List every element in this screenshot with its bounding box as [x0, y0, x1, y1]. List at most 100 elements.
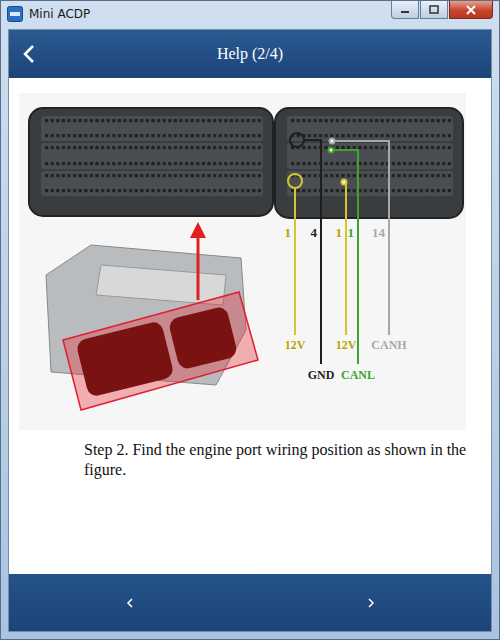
pin-hole — [369, 119, 372, 122]
app-icon — [7, 6, 23, 22]
pin-hole — [157, 162, 160, 165]
pin-hole — [420, 189, 423, 192]
minimize-button[interactable] — [391, 1, 419, 19]
pin-hole — [247, 119, 250, 122]
pin-hole — [95, 134, 98, 137]
pin-hole — [330, 119, 333, 122]
ecu-unit — [46, 245, 258, 410]
next-button[interactable] — [351, 583, 391, 623]
pin-hole — [364, 119, 367, 122]
ecu-label-plate — [96, 265, 226, 305]
pin-hole — [297, 119, 300, 122]
pin-hole — [213, 162, 216, 165]
pin-hole — [397, 174, 400, 177]
pin-hole — [67, 119, 70, 122]
pin-hole — [425, 119, 428, 122]
pin-hole — [84, 146, 87, 149]
pin-hole — [207, 119, 210, 122]
pin-hole — [67, 162, 70, 165]
pin-hole — [224, 134, 227, 137]
pin-hole — [135, 162, 138, 165]
pin-hole — [118, 146, 121, 149]
pin-hole — [219, 174, 222, 177]
pin-hole — [425, 174, 428, 177]
pin-marker — [329, 148, 334, 153]
minimize-icon — [400, 6, 410, 14]
pin-hole — [90, 174, 93, 177]
pin-hole — [207, 162, 210, 165]
footer-bar — [9, 574, 491, 631]
pin-hole — [95, 174, 98, 177]
pin-hole — [241, 174, 244, 177]
pin-hole — [431, 134, 434, 137]
pin-hole — [369, 162, 372, 165]
pin-hole — [140, 162, 143, 165]
pin-hole — [140, 174, 143, 177]
prev-button[interactable] — [110, 583, 150, 623]
pin-hole — [448, 162, 451, 165]
pin-hole — [168, 162, 171, 165]
pin-hole — [146, 134, 149, 137]
pin-hole — [90, 162, 93, 165]
back-button[interactable] — [9, 30, 49, 78]
pin-hole — [403, 162, 406, 165]
pin-hole — [375, 162, 378, 165]
pin-hole — [247, 174, 250, 177]
pin-hole — [381, 134, 384, 137]
pin-hole — [51, 119, 54, 122]
pin-hole — [353, 119, 356, 122]
close-icon — [465, 5, 477, 15]
pin-hole — [414, 146, 417, 149]
pin-hole — [369, 174, 372, 177]
pin-hole — [420, 134, 423, 137]
pin-hole — [308, 189, 311, 192]
title-bar: Mini ACDP — [1, 1, 499, 29]
pin-hole — [414, 134, 417, 137]
pin-hole — [381, 162, 384, 165]
maximize-icon — [429, 5, 439, 14]
pin-hole — [409, 119, 412, 122]
pin-hole — [107, 146, 110, 149]
pin-hole — [224, 162, 227, 165]
pin-hole — [437, 174, 440, 177]
pin-hole — [90, 189, 93, 192]
pin-hole — [112, 174, 115, 177]
arrow-head-icon — [190, 222, 206, 238]
pin-hole — [425, 162, 428, 165]
pin-hole — [224, 146, 227, 149]
close-button[interactable] — [449, 1, 493, 19]
pin-hole — [341, 134, 344, 137]
pin-hole — [185, 174, 188, 177]
pin-hole — [123, 189, 126, 192]
pin-hole — [397, 162, 400, 165]
pin-hole — [375, 146, 378, 149]
pin-hole — [219, 162, 222, 165]
pin-hole — [252, 134, 255, 137]
pin-hole — [151, 174, 154, 177]
pin-hole — [118, 174, 121, 177]
pin-hole — [202, 146, 205, 149]
pin-hole — [330, 162, 333, 165]
pin-band — [41, 116, 263, 141]
pin-hole — [118, 119, 121, 122]
pin-hole — [235, 146, 238, 149]
pin-hole — [302, 146, 305, 149]
pin-hole — [73, 119, 76, 122]
pin-hole — [146, 174, 149, 177]
pin-hole — [230, 146, 233, 149]
pin-hole — [123, 162, 126, 165]
pin-hole — [230, 162, 233, 165]
pin-number: 14 — [372, 225, 386, 240]
arrow-line — [197, 236, 200, 300]
pin-hole — [431, 162, 434, 165]
maximize-button[interactable] — [420, 1, 448, 19]
pin-hole — [163, 146, 166, 149]
pin-hole — [207, 134, 210, 137]
pin-hole — [62, 174, 65, 177]
pin-hole — [45, 189, 48, 192]
wire-line — [334, 150, 359, 364]
pin-hole — [207, 189, 210, 192]
pin-hole — [230, 174, 233, 177]
step-caption: Step 2. Find the engine port wiring posi… — [84, 440, 474, 480]
pin-hole — [347, 189, 350, 192]
